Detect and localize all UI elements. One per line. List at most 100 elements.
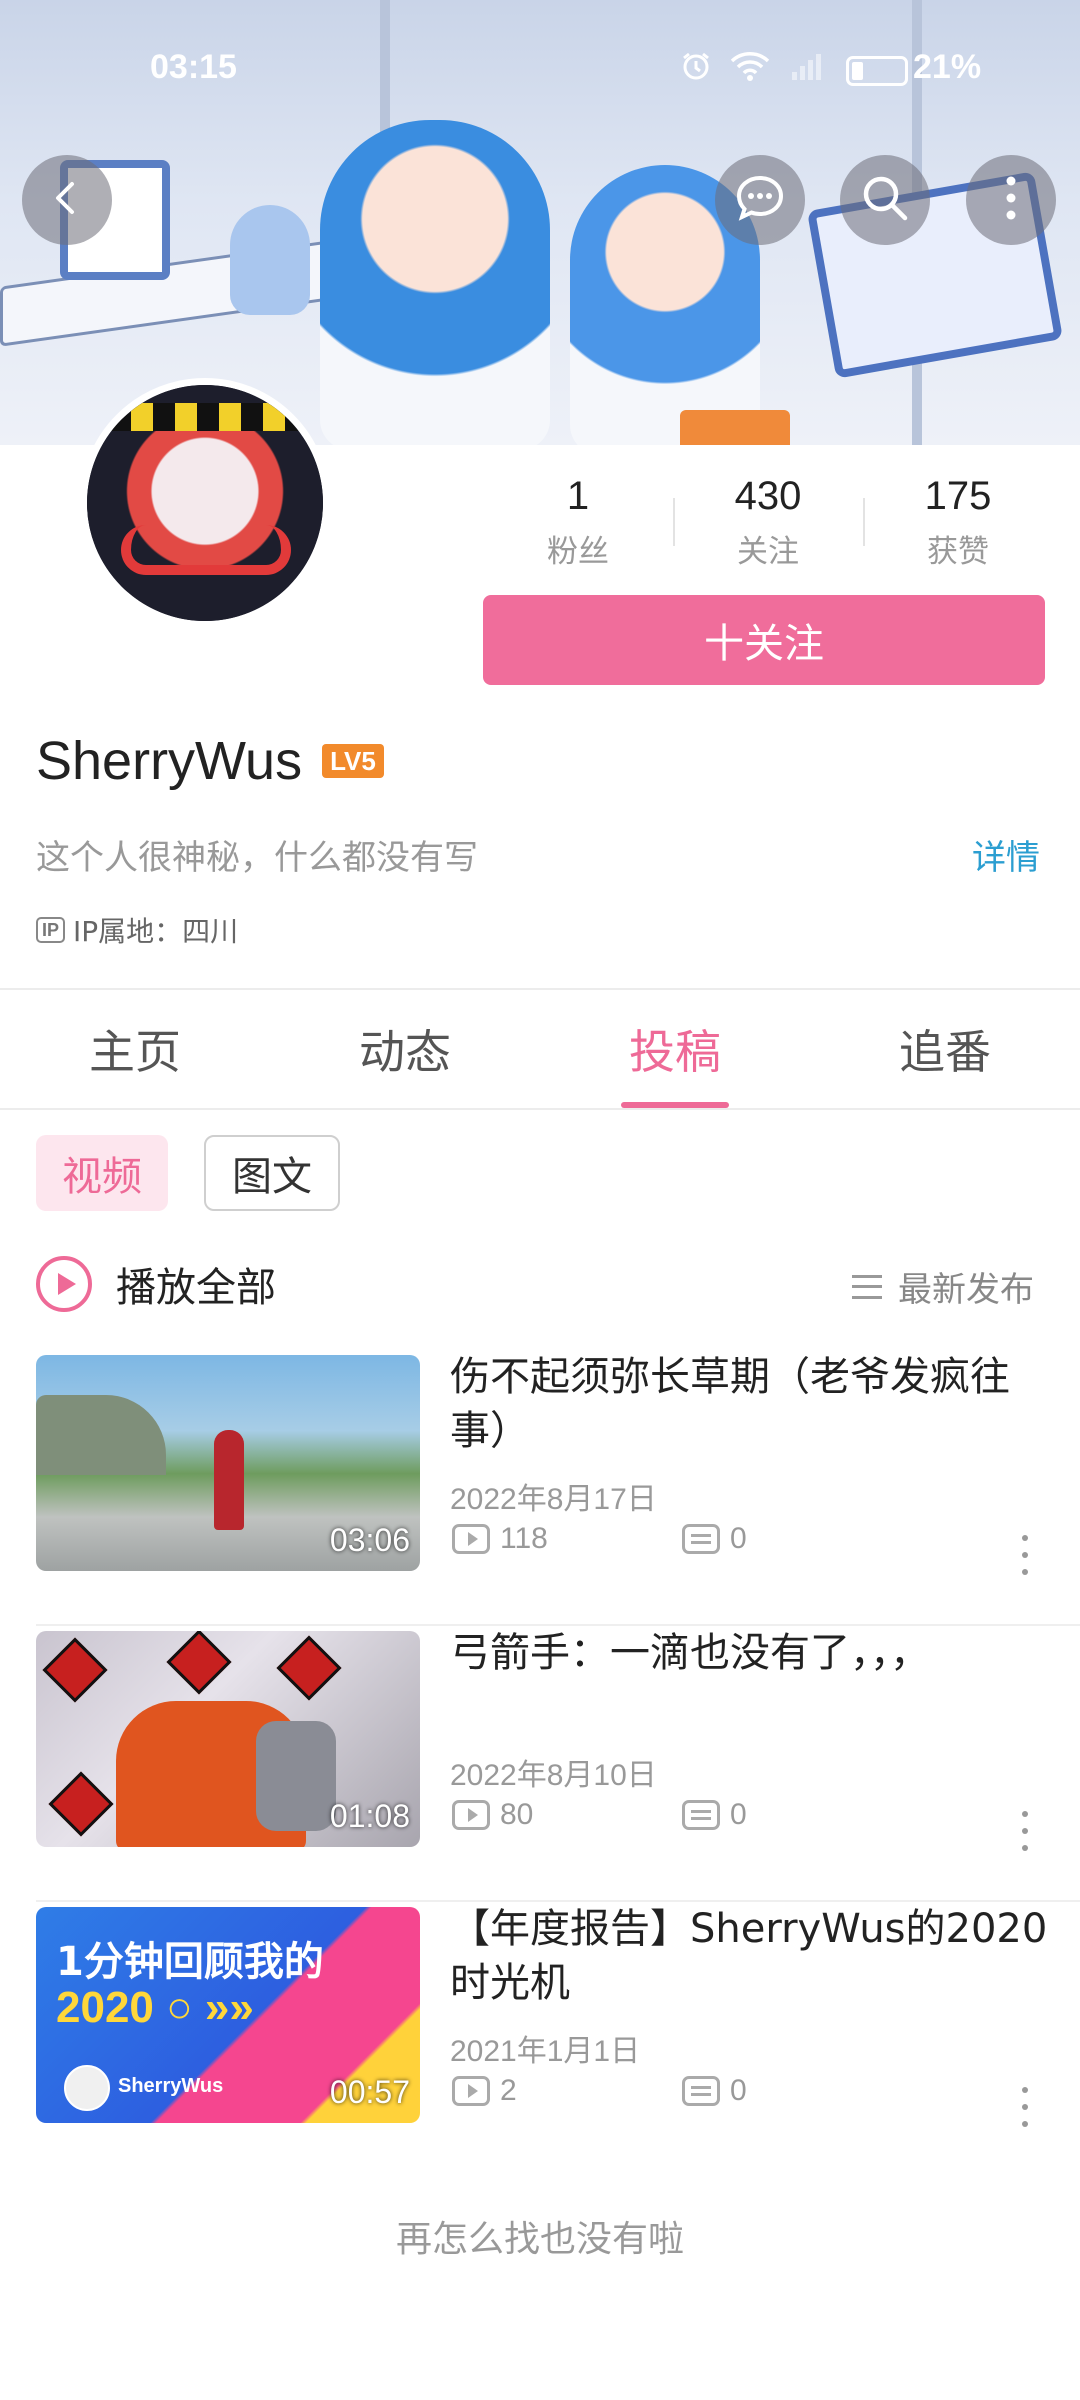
play-count-icon [452, 1800, 490, 1830]
username: SherryWus [36, 731, 303, 791]
thumbnail-username: SherryWus [118, 2075, 224, 2097]
video-duration: 03:06 [329, 1522, 410, 1558]
video-more-button[interactable] [1018, 2087, 1032, 2127]
video-title[interactable]: 弓箭手：一滴也没有了，，， [450, 1626, 1050, 1680]
video-title[interactable]: 【年度报告】SherryWus的2020时光机 [450, 1902, 1050, 2010]
bio-text: 这个人很神秘，什么都没有写 [36, 838, 478, 878]
video-thumbnail[interactable]: 03:06 [36, 1355, 420, 1571]
content-filter: 视频 图文 [36, 1135, 340, 1211]
video-thumbnail[interactable]: 1分钟回顾我的 2020 ○ »» SherryWus 00:57 [36, 1907, 420, 2123]
video-duration: 01:08 [329, 1798, 410, 1834]
battery-percentage: 21% [913, 48, 982, 86]
stat-value: 1 [566, 474, 590, 518]
video-thumbnail[interactable]: 01:08 [36, 1631, 420, 1847]
video-item[interactable]: 1分钟回顾我的 2020 ○ »» SherryWus 00:57 【年度报告】… [0, 1902, 1080, 2178]
message-button[interactable] [715, 155, 805, 245]
danmaku-icon [682, 1800, 720, 1830]
ip-location-text: IP属地：四川 [73, 915, 239, 948]
danmaku-icon [682, 1524, 720, 1554]
video-duration: 00:57 [329, 2074, 410, 2110]
detail-link[interactable]: 详情 [972, 830, 1040, 879]
sort-button[interactable]: 最新发布 [852, 1262, 1034, 1311]
ip-icon: IP [36, 917, 66, 943]
search-button[interactable] [840, 155, 930, 245]
status-bar: 03:15 21% [0, 0, 1080, 140]
danmaku-icon [682, 2076, 720, 2106]
video-date: 2022年8月10日 [450, 1759, 657, 1792]
more-options-button[interactable] [966, 155, 1056, 245]
stat-label: 粉丝 [547, 534, 609, 570]
view-count-value: 80 [500, 1798, 534, 1831]
back-button[interactable] [22, 155, 112, 245]
avatar-warning-stripe [87, 403, 323, 431]
tab-uploads[interactable]: 投稿 [540, 990, 810, 1108]
avatar-headphones [121, 525, 291, 575]
wifi-icon [730, 50, 770, 91]
ip-location-row: IP IP属地：四川 [36, 910, 238, 950]
tab-home[interactable]: 主页 [0, 990, 270, 1108]
profile-tabs: 主页 动态 投稿 追番 [0, 990, 1080, 1110]
danmaku-count: 0 [682, 1798, 912, 1832]
danmaku-count: 0 [682, 2074, 912, 2108]
thumbnail-character [214, 1430, 244, 1530]
tab-bangumi[interactable]: 追番 [810, 990, 1080, 1108]
follow-button[interactable]: 十关注 [483, 595, 1045, 685]
search-icon [858, 171, 912, 229]
view-count: 118 [452, 1522, 682, 1556]
chat-bubble-icon [732, 170, 788, 230]
view-count-value: 2 [500, 2074, 517, 2107]
danmaku-count-value: 0 [730, 1522, 747, 1555]
play-circle-icon [36, 1256, 92, 1312]
video-item[interactable]: 01:08 弓箭手：一滴也没有了，，， 2022年8月10日 80 0 [0, 1626, 1080, 1902]
danmaku-count-value: 0 [730, 1798, 747, 1831]
stat-likes[interactable]: 175 获赞 [863, 470, 1053, 571]
play-all-label: 播放全部 [116, 1265, 276, 1311]
end-of-list-text: 再怎么找也没有啦 [395, 2219, 684, 2260]
stat-value: 430 [734, 474, 802, 518]
video-stats: 118 0 [452, 1522, 912, 1556]
play-count-icon [452, 2076, 490, 2106]
thumbnail-tag [42, 1637, 108, 1703]
more-vertical-icon [1001, 173, 1021, 227]
banner-chips-bag [680, 410, 790, 445]
chevron-left-icon [47, 178, 87, 222]
sort-menu-icon [852, 1274, 882, 1299]
play-count-icon [452, 1524, 490, 1554]
filter-video-chip[interactable]: 视频 [36, 1135, 168, 1211]
thumbnail-tag [166, 1631, 232, 1695]
signal-icon [788, 50, 828, 91]
video-more-button[interactable] [1018, 1535, 1032, 1575]
thumbnail-tag [48, 1771, 114, 1837]
status-icons [680, 50, 908, 91]
play-all-button[interactable]: 播放全部 [36, 1255, 276, 1313]
tab-dynamics[interactable]: 动态 [270, 990, 540, 1108]
video-stats: 2 0 [452, 2074, 912, 2108]
video-title[interactable]: 伤不起须弥长草期（老爷发疯往事） [450, 1350, 1050, 1458]
stat-followers[interactable]: 1 粉丝 [483, 470, 673, 571]
thumbnail-title-line-2: 2020 ○ »» [56, 1983, 254, 2032]
thumbnail-avatar [64, 2065, 110, 2111]
stat-value: 175 [924, 474, 992, 518]
stat-following[interactable]: 430 关注 [673, 470, 863, 571]
video-item[interactable]: 03:06 伤不起须弥长草期（老爷发疯往事） 2022年8月17日 118 0 [0, 1350, 1080, 1626]
thumbnail-armor [256, 1721, 336, 1831]
video-date: 2022年8月17日 [450, 1483, 657, 1516]
danmaku-count: 0 [682, 1522, 912, 1556]
video-more-button[interactable] [1018, 1811, 1032, 1851]
view-count: 2 [452, 2074, 682, 2108]
filter-article-chip[interactable]: 图文 [204, 1135, 340, 1211]
view-count: 80 [452, 1798, 682, 1832]
stat-label: 获赞 [927, 534, 989, 570]
username-row: SherryWus LV5 [36, 730, 384, 792]
danmaku-count-value: 0 [730, 2074, 747, 2107]
thumbnail-tag [276, 1635, 342, 1701]
avatar[interactable] [80, 378, 330, 628]
status-time: 03:15 [150, 48, 237, 86]
video-stats: 80 0 [452, 1798, 912, 1832]
thumbnail-title-line-1: 1分钟回顾我的 [56, 1939, 324, 1985]
view-count-value: 118 [500, 1522, 548, 1555]
level-badge: LV5 [322, 744, 384, 778]
thumbnail-cliff [36, 1395, 166, 1475]
banner-chibi-figure [230, 205, 310, 315]
video-date: 2021年1月1日 [450, 2035, 641, 2068]
